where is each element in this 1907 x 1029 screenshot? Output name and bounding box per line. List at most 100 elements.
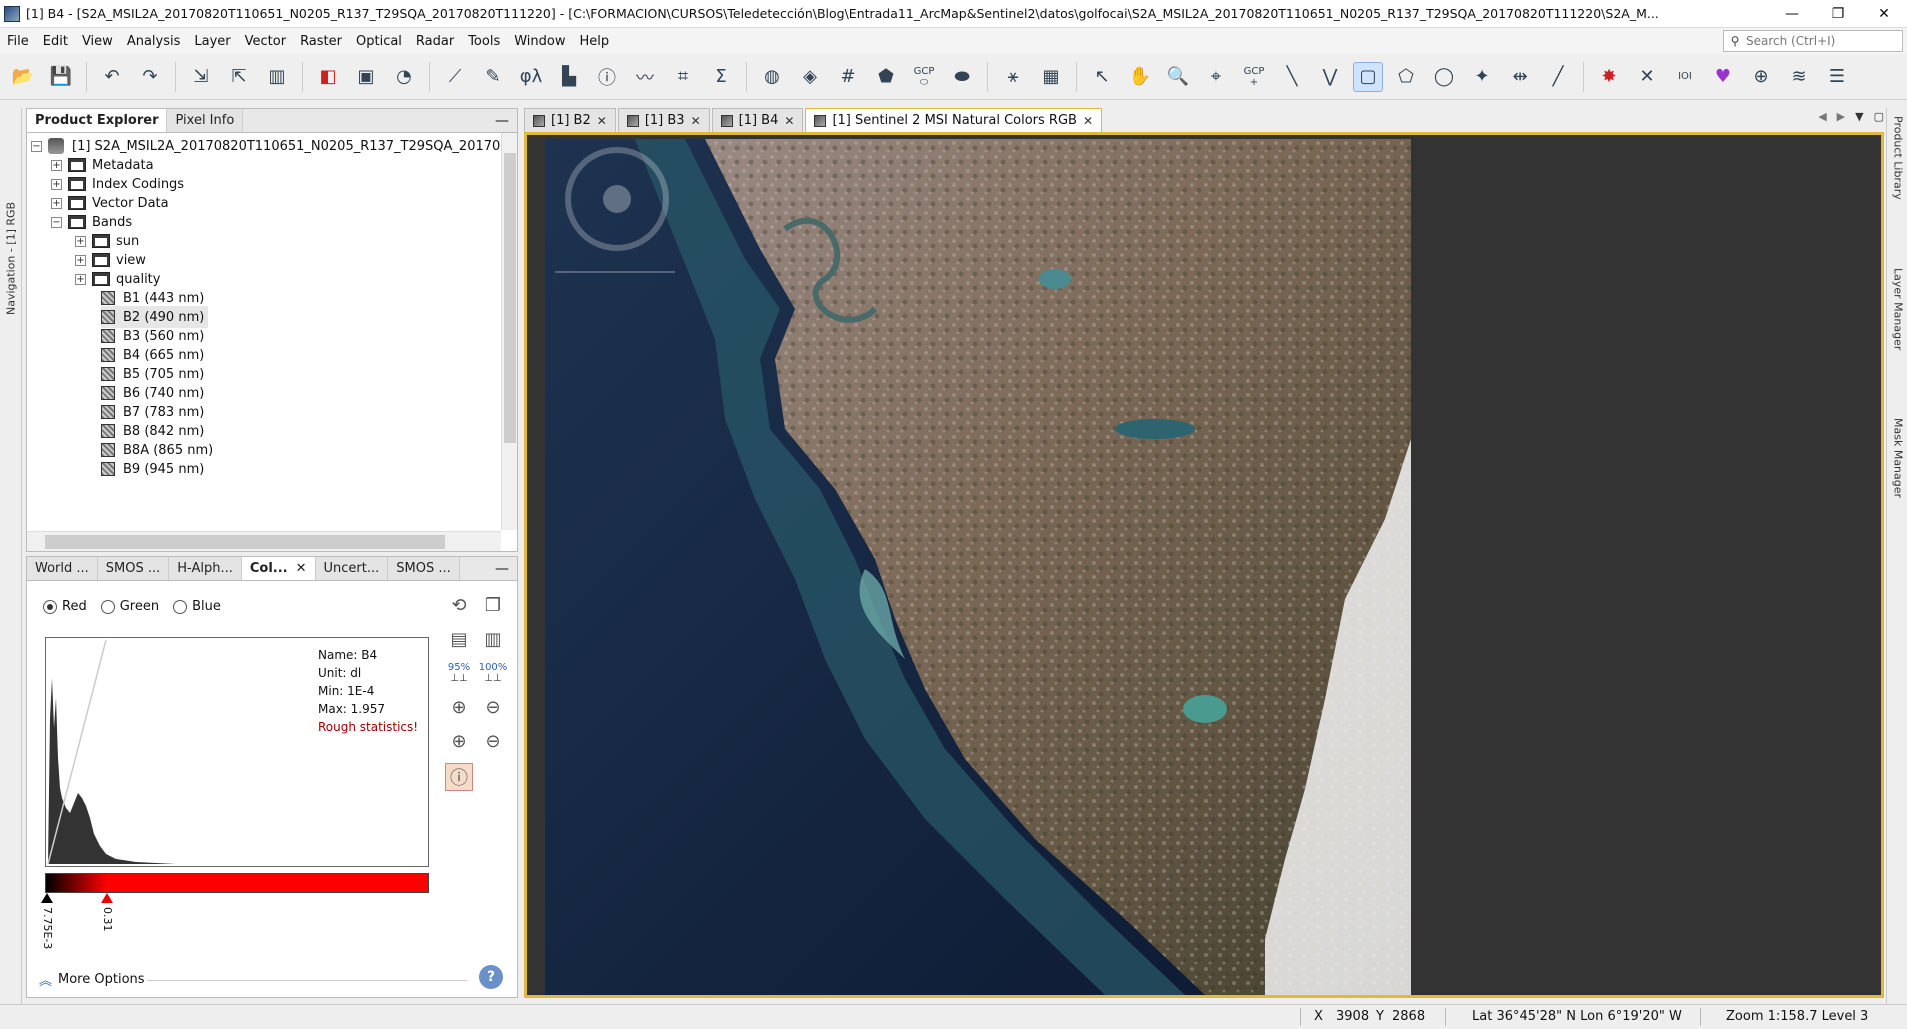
expand-icon[interactable]: + [75,273,86,285]
scroll-right-icon[interactable]: ▶ [1837,110,1845,123]
gcp-manager-icon[interactable]: GCP ⬭ [909,62,939,92]
tab-list-icon[interactable]: ▼ [1855,110,1863,123]
tab-uncertainty[interactable]: Uncert... [315,557,389,580]
menu-analysis[interactable]: Analysis [120,34,188,49]
stretch-95-button[interactable]: 95% ⊥⊥ [445,659,473,687]
scatter-icon[interactable]: φλ [516,62,546,92]
close-tab-icon[interactable]: ✕ [296,561,307,576]
polygon-drawing-icon[interactable]: ⬠ [1391,62,1421,92]
navigation-control[interactable] [565,147,669,251]
zoom-out-horizontal-icon[interactable]: ⊖ [479,727,507,755]
band-stack-icon[interactable]: ▥ [262,62,292,92]
cross-tool-icon[interactable]: ✕ [1632,62,1662,92]
polyline-drawing-icon[interactable]: ⋁ [1315,62,1345,92]
radio-red[interactable]: Red [43,599,87,614]
close-button[interactable]: ✕ [1861,0,1907,28]
help-icon[interactable]: ? [479,965,503,989]
scrollbar-thumb[interactable] [45,535,445,549]
tree-horizontal-scrollbar[interactable] [27,531,501,551]
radio-indicator[interactable] [173,599,188,614]
menu-radar[interactable]: Radar [409,34,461,49]
world-map-icon[interactable]: ◍ [757,62,787,92]
filter-icon[interactable]: ◔ [389,62,419,92]
menu-optical[interactable]: Optical [349,34,409,49]
zoom-out-vertical-icon[interactable]: ⊖ [479,693,507,721]
close-tab-icon[interactable]: ✕ [1083,114,1093,128]
close-tab-icon[interactable]: ✕ [784,114,794,128]
save-product-icon[interactable]: 💾 [46,62,76,92]
expand-icon[interactable]: + [75,235,86,247]
expand-icon[interactable]: + [51,159,62,171]
layer-icon[interactable]: ⬬ [947,62,977,92]
zoom-tool-icon[interactable]: 🔍 [1163,62,1193,92]
expand-icon[interactable]: + [75,254,86,266]
menu-edit[interactable]: Edit [36,34,75,49]
statistics-icon[interactable]: Σ [706,62,736,92]
settings-icon[interactable]: ☰ [1822,62,1852,92]
menu-window[interactable]: Window [507,34,572,49]
export-icon[interactable]: ▥ [479,625,507,653]
rectangle-drawing-icon[interactable]: ▢ [1353,61,1383,92]
more-options-toggle[interactable]: ︽ More Options [39,970,145,989]
menu-raster[interactable]: Raster [293,34,349,49]
tree-vertical-scrollbar[interactable] [501,133,517,530]
menu-vector[interactable]: Vector [238,34,293,49]
scrollbar-thumb[interactable] [504,153,516,443]
reset-icon[interactable]: ⟲ [445,591,473,619]
open-product-icon[interactable]: 📂 [8,62,38,92]
density-plot-icon[interactable]: ⌗ [668,62,698,92]
expand-icon[interactable]: + [51,197,62,209]
tab-pixel-info[interactable]: Pixel Info [167,109,244,132]
stretch-100-button[interactable]: 100% ⊥⊥ [479,659,508,687]
spectrum-icon[interactable]: ✎ [478,62,508,92]
range-finder-icon[interactable]: ⇹ [1505,62,1535,92]
menu-file[interactable]: File [0,34,36,49]
histogram-plot[interactable]: Name: B4 Unit: dl Min: 1E-4 Max: 1.957 R… [45,637,429,867]
colorful-tool-icon[interactable]: ♥ [1708,62,1738,92]
tab-product-explorer[interactable]: Product Explorer [27,109,168,132]
zoom-in-vertical-icon[interactable]: ⊕ [445,693,473,721]
collapse-icon[interactable]: − [51,216,62,228]
graticule-icon[interactable]: # [833,62,863,92]
mask-manager-side-tab[interactable]: Mask Manager [1889,418,1907,538]
close-tab-icon[interactable]: ✕ [691,114,701,128]
max-slider-handle[interactable] [101,893,113,903]
magic-wand-icon[interactable]: ✦ [1467,62,1497,92]
tab-world-map[interactable]: World ... [27,557,98,580]
expand-icon[interactable]: + [51,178,62,190]
ellipse-drawing-icon[interactable]: ◯ [1429,62,1459,92]
doc-tab-rgb[interactable]: [1] Sentinel 2 MSI Natural Colors RGB ✕ [805,108,1103,132]
pan-tool-icon[interactable]: ✋ [1125,62,1155,92]
pan-center-icon[interactable] [603,185,631,213]
layer-manager-side-tab[interactable]: Layer Manager [1889,268,1907,388]
minimize-panel-button[interactable]: — [495,561,509,577]
gcp-placing-icon[interactable]: GCP + [1239,62,1269,92]
import-icon[interactable]: ▤ [445,625,473,653]
copy-icon[interactable]: ❐ [479,591,507,619]
product-library-side-tab[interactable]: Product Library [1889,116,1907,236]
doc-tab-b4[interactable]: [1] B4 ✕ [711,108,804,132]
redo-icon[interactable]: ↷ [135,62,165,92]
min-slider-handle[interactable] [41,893,53,903]
pin-placing-icon[interactable]: ⌖ [1201,62,1231,92]
import-icon[interactable]: ⇲ [186,62,216,92]
zoom-in-horizontal-icon[interactable]: ⊕ [445,727,473,755]
maximize-icon[interactable]: ▢ [1874,110,1884,123]
radio-green[interactable]: Green [100,599,159,614]
histogram-icon[interactable]: ▙ [554,62,584,92]
select-tool-icon[interactable]: ↖ [1087,62,1117,92]
tab-smos-2[interactable]: SMOS ... [388,557,460,580]
tab-smos-1[interactable]: SMOS ... [97,557,170,580]
menu-view[interactable]: View [75,34,120,49]
tab-h-alpha[interactable]: H-Alph... [169,557,242,580]
ioi-icon[interactable]: IOI [1670,62,1700,92]
info-toggle-icon[interactable]: ⓘ [445,763,473,791]
tab-colour-manipulation[interactable]: Col... ✕ [241,557,316,580]
star-tool-icon[interactable]: ✸ [1594,62,1624,92]
satellite-image[interactable] [545,139,1411,995]
line-drawing-icon[interactable]: ╲ [1277,62,1307,92]
search-box[interactable]: ⚲ Search (Ctrl+I) [1723,30,1903,52]
menu-tools[interactable]: Tools [461,34,507,49]
undo-icon[interactable]: ↶ [97,62,127,92]
minimize-button[interactable]: — [1769,0,1815,28]
